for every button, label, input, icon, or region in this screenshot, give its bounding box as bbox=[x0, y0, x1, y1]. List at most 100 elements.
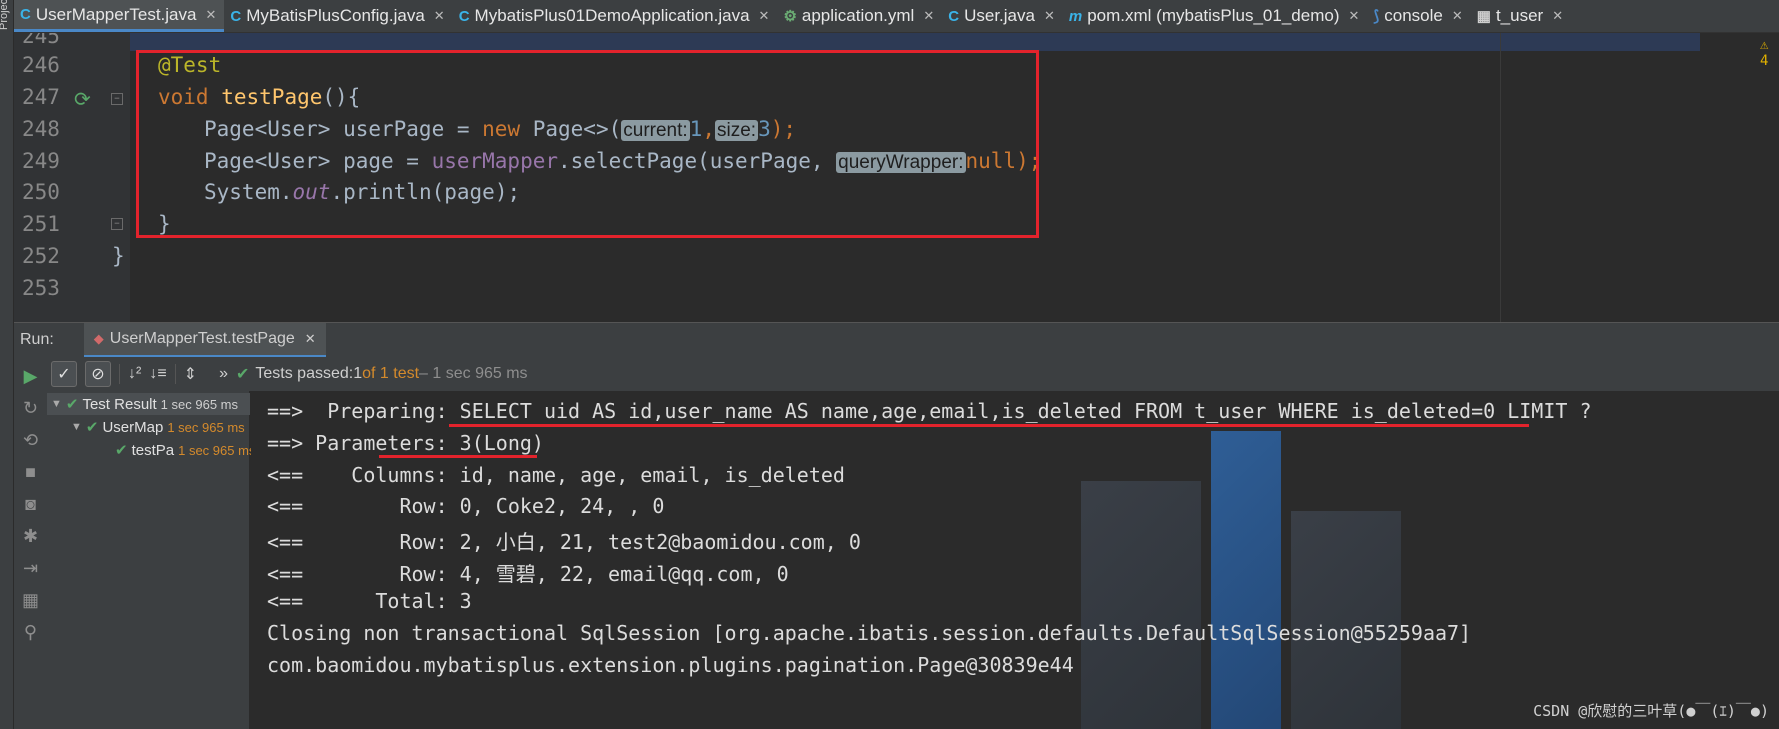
pin-icon[interactable]: ⚲ bbox=[24, 621, 37, 643]
status-passed: Tests passed: bbox=[255, 365, 354, 382]
code-editor[interactable]: ⚠ 4 245 246 247 248 249 250 251 252 253 … bbox=[14, 33, 1779, 322]
settings-icon[interactable]: ✱ bbox=[23, 525, 38, 547]
tree-node-root[interactable]: ▼ ✔ Test Result 1 sec 965 ms bbox=[51, 395, 238, 414]
sort-duration-icon[interactable]: ↓≡ bbox=[149, 365, 166, 383]
java-class-icon: C bbox=[230, 7, 242, 25]
console-output[interactable]: ==> Preparing: SELECT uid AS id,user_nam… bbox=[251, 391, 1779, 729]
status-time: – 1 sec 965 ms bbox=[419, 365, 528, 382]
right-margin-guide bbox=[1500, 33, 1501, 322]
tab-label: MybatisPlus01DemoApplication.java bbox=[474, 6, 750, 25]
tab-pom-xml[interactable]: m pom.xml (mybatisPlus_01_demo) ✕ bbox=[1063, 0, 1368, 32]
test-config-icon: ◆ bbox=[93, 330, 104, 346]
layout-icon[interactable]: ▦ bbox=[22, 589, 39, 611]
line-number: 250 bbox=[22, 180, 60, 204]
close-icon[interactable]: ✕ bbox=[1044, 8, 1055, 24]
tab-application-yml[interactable]: ⚙ application.yml ✕ bbox=[777, 0, 942, 32]
close-icon[interactable]: ✕ bbox=[1452, 8, 1463, 24]
tab-label: UserMapperTest.java bbox=[35, 4, 197, 24]
rerun-failed-icon[interactable]: ↻ bbox=[23, 397, 38, 419]
run-config-tab[interactable]: ◆ UserMapperTest.testPage ✕ bbox=[83, 322, 326, 358]
project-strip-label[interactable]: Project bbox=[0, 0, 10, 30]
expand-all-icon[interactable]: ⇕ bbox=[184, 364, 197, 384]
line-number: 251 bbox=[22, 212, 60, 236]
maven-icon: m bbox=[1068, 7, 1083, 25]
tab-label: MyBatisPlusConfig.java bbox=[246, 6, 425, 25]
close-icon[interactable]: ✕ bbox=[759, 8, 770, 24]
rerun-icon[interactable]: ▶ bbox=[24, 365, 38, 387]
tab-t-user[interactable]: ▦ t_user ✕ bbox=[1471, 0, 1571, 32]
tab-label: console bbox=[1384, 6, 1443, 25]
tab-usermappertest[interactable]: C UserMapperTest.java ✕ bbox=[14, 0, 225, 32]
tree-node-class[interactable]: ▼ ✔ UserMap 1 sec 965 ms bbox=[71, 418, 245, 437]
console-line: Closing non transactional SqlSession [or… bbox=[267, 621, 1472, 645]
tree-node-label: Test Result bbox=[82, 395, 157, 413]
fold-icon[interactable]: − bbox=[111, 93, 123, 105]
warning-indicator[interactable]: ⚠ 4 bbox=[1760, 37, 1779, 69]
line-number: 252 bbox=[22, 244, 60, 268]
tab-label: t_user bbox=[1495, 6, 1544, 25]
sql-underline bbox=[449, 424, 1529, 427]
sort-alpha-icon[interactable]: ↓² bbox=[128, 365, 141, 383]
console-line: <== Row: 2, 小白, 21, test2@baomidou.com, … bbox=[267, 530, 861, 554]
tab-user-java[interactable]: C User.java ✕ bbox=[942, 0, 1063, 32]
chevron-down-icon: ▼ bbox=[71, 421, 82, 433]
run-tab-label: UserMapperTest.testPage bbox=[109, 329, 295, 347]
check-icon: ✔ bbox=[235, 366, 250, 383]
background-decoration bbox=[1211, 431, 1281, 729]
chevron-down-icon: ▼ bbox=[51, 398, 62, 410]
tab-label: pom.xml (mybatisPlus_01_demo) bbox=[1087, 6, 1340, 25]
run-label: Run: bbox=[20, 331, 54, 348]
close-icon[interactable]: ✕ bbox=[1348, 8, 1359, 24]
java-class-icon: C bbox=[458, 7, 470, 25]
console-line: ==> Parameters: 3(Long) bbox=[267, 431, 544, 455]
close-icon[interactable]: ✕ bbox=[305, 331, 316, 347]
tree-node-time: 1 sec 965 ms bbox=[178, 442, 256, 458]
check-icon: ✔ bbox=[85, 419, 99, 436]
tree-node-time: 1 sec 965 ms bbox=[160, 396, 238, 412]
console-line: com.baomidou.mybatisplus.extension.plugi… bbox=[267, 653, 1074, 677]
line-number: 245 bbox=[22, 33, 60, 48]
table-icon: ▦ bbox=[1476, 8, 1491, 25]
exit-icon[interactable]: ⇥ bbox=[23, 557, 38, 579]
tree-node-label: UserMap bbox=[102, 418, 164, 436]
close-icon[interactable]: ✕ bbox=[1552, 8, 1563, 24]
line-number: 247 bbox=[22, 85, 60, 109]
line-number: 249 bbox=[22, 149, 60, 173]
line-number: 253 bbox=[22, 276, 60, 300]
tab-label: application.yml bbox=[801, 6, 915, 25]
more-icon[interactable]: » bbox=[219, 365, 228, 383]
tab-application-class[interactable]: C MybatisPlus01DemoApplication.java ✕ bbox=[453, 0, 778, 32]
tab-console[interactable]: ⟆ console ✕ bbox=[1367, 0, 1470, 32]
stop-icon[interactable]: ■ bbox=[25, 461, 36, 483]
close-icon[interactable]: ✕ bbox=[205, 7, 216, 23]
fold-icon[interactable]: − bbox=[111, 218, 123, 230]
background-decoration bbox=[1291, 511, 1401, 729]
database-console-icon: ⟆ bbox=[1373, 8, 1380, 25]
run-side-toolbar: ▶ ↻ ⟲ ■ ◙ ✱ ⇥ ▦ ⚲ bbox=[14, 357, 47, 729]
console-line: <== Total: 3 bbox=[267, 589, 472, 613]
close-icon[interactable]: ✕ bbox=[434, 8, 445, 24]
warning-count: 4 bbox=[1760, 53, 1769, 69]
show-ignored-toggle[interactable]: ⊘ bbox=[85, 361, 111, 387]
toggle-autotest-icon[interactable]: ⟲ bbox=[23, 429, 38, 451]
console-line: <== Row: 0, Coke2, 24, , 0 bbox=[267, 494, 665, 518]
tree-node-label: testPa bbox=[131, 441, 175, 459]
test-toolbar: ✓ ⊘ ↓² ↓≡ ⇕ » ✔ Tests passed: 1 of 1 tes… bbox=[47, 357, 1779, 391]
toolbar-separator bbox=[174, 364, 176, 384]
close-icon[interactable]: ✕ bbox=[923, 8, 934, 24]
status-count: 1 bbox=[353, 365, 363, 382]
parameters-underline bbox=[379, 455, 537, 458]
line-number: 248 bbox=[22, 117, 60, 141]
toolbar-separator bbox=[119, 364, 120, 384]
project-tool-strip[interactable]: Project bbox=[0, 0, 14, 729]
spring-config-icon: ⚙ bbox=[783, 8, 797, 25]
camera-icon[interactable]: ◙ bbox=[25, 493, 36, 515]
tree-node-method[interactable]: ✔ testPa 1 sec 965 ms bbox=[115, 441, 256, 460]
run-test-gutter-icon[interactable]: ⟳ bbox=[74, 87, 91, 111]
tab-label: User.java bbox=[964, 6, 1035, 25]
test-tree: ▼ ✔ Test Result 1 sec 965 ms ▼ ✔ UserMap… bbox=[47, 391, 255, 729]
tab-mybatisplusconfig[interactable]: C MyBatisPlusConfig.java ✕ bbox=[224, 0, 452, 32]
show-passed-toggle[interactable]: ✓ bbox=[51, 361, 77, 387]
test-status: ✔ Tests passed: 1 of 1 test – 1 sec 965 … bbox=[236, 364, 528, 384]
java-class-icon: C bbox=[20, 6, 31, 23]
